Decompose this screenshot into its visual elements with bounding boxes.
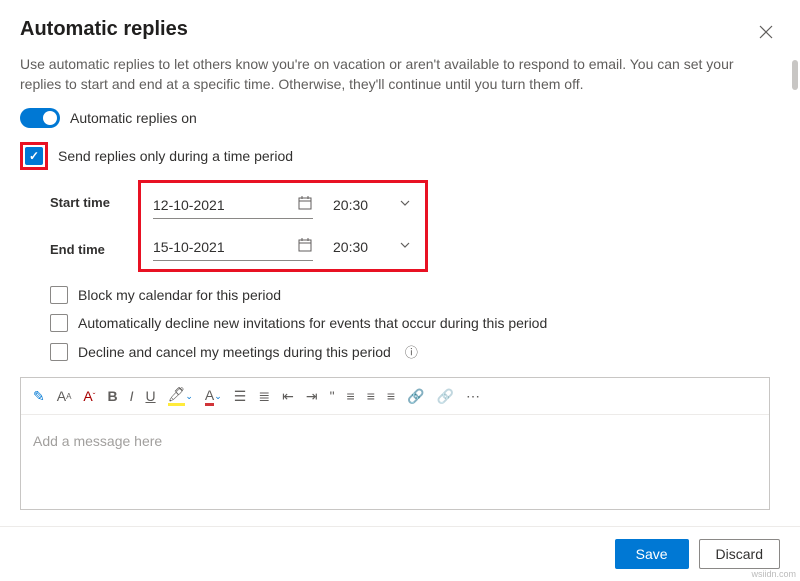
panel-footer: Save Discard — [0, 526, 800, 581]
highlight-checkbox — [20, 142, 48, 170]
end-date-input[interactable]: 15-10-2021 — [153, 233, 313, 261]
scrollbar[interactable] — [792, 60, 798, 90]
more-icon[interactable]: ⋯ — [466, 388, 480, 405]
start-date-value: 12-10-2021 — [153, 197, 225, 213]
calendar-icon — [297, 237, 313, 256]
auto-replies-toggle[interactable] — [20, 108, 60, 128]
panel-body: Use automatic replies to let others know… — [0, 55, 790, 523]
block-calendar-row: Block my calendar for this period — [50, 286, 770, 304]
bullet-list-icon[interactable]: ☰ — [234, 388, 247, 405]
bold-button[interactable]: B — [107, 388, 117, 404]
decline-cancel-checkbox[interactable] — [50, 343, 68, 361]
time-period-checkbox-label: Send replies only during a time period — [58, 148, 293, 164]
start-time-label: Start time — [50, 195, 138, 210]
chevron-down-icon — [397, 237, 413, 256]
auto-replies-toggle-row: Automatic replies on — [20, 108, 770, 128]
end-time-label: End time — [50, 242, 138, 257]
block-calendar-label: Block my calendar for this period — [78, 287, 281, 303]
chevron-down-icon — [397, 195, 413, 214]
highlight-time-block: 12-10-2021 20:30 — [138, 180, 428, 272]
align-left-icon[interactable]: ≡ — [347, 388, 355, 404]
font-color-button[interactable]: A⌄ — [205, 387, 222, 406]
save-button[interactable]: Save — [615, 539, 689, 569]
auto-decline-label: Automatically decline new invitations fo… — [78, 315, 547, 331]
end-time-value: 20:30 — [333, 239, 368, 255]
decline-cancel-label: Decline and cancel my meetings during th… — [78, 344, 391, 360]
panel-title: Automatic replies — [20, 18, 188, 41]
close-icon[interactable] — [752, 18, 780, 51]
auto-decline-checkbox[interactable] — [50, 314, 68, 332]
auto-replies-toggle-label: Automatic replies on — [70, 110, 197, 126]
indent-icon[interactable]: ⇥ — [306, 388, 318, 405]
format-painter-icon[interactable]: ✎ — [33, 388, 45, 405]
start-time-value: 20:30 — [333, 197, 368, 213]
decline-cancel-row: Decline and cancel my meetings during th… — [50, 342, 770, 361]
auto-decline-row: Automatically decline new invitations fo… — [50, 314, 770, 332]
highlight-button[interactable]: 🖊⌄ — [168, 386, 193, 406]
discard-button[interactable]: Discard — [699, 539, 780, 569]
end-time-input[interactable]: 20:30 — [333, 233, 413, 261]
panel-header: Automatic replies — [0, 0, 800, 63]
calendar-icon — [297, 195, 313, 214]
message-editor: ✎ AA Aˇ B I U 🖊⌄ A⌄ ☰ ≣ ⇤ ⇥ " ≡ ≡ ≡ 🔗 🔗 … — [20, 377, 770, 510]
message-textarea[interactable]: Add a message here — [21, 415, 769, 509]
font-size-increase-icon[interactable]: AA — [57, 388, 72, 404]
end-date-value: 15-10-2021 — [153, 239, 225, 255]
italic-button[interactable]: I — [130, 388, 134, 404]
automatic-replies-panel: Automatic replies Use automatic replies … — [0, 0, 800, 581]
number-list-icon[interactable]: ≣ — [258, 388, 270, 405]
align-right-icon[interactable]: ≡ — [387, 388, 395, 404]
align-center-icon[interactable]: ≡ — [367, 388, 375, 404]
link-icon[interactable]: 🔗 — [407, 388, 424, 405]
info-icon[interactable]: ⓘ — [405, 342, 418, 361]
unlink-icon[interactable]: 🔗 — [437, 388, 454, 405]
start-date-input[interactable]: 12-10-2021 — [153, 191, 313, 219]
watermark: wsiidn.com — [751, 569, 796, 579]
chevron-down-icon: ⌄ — [214, 391, 222, 402]
block-calendar-checkbox[interactable] — [50, 286, 68, 304]
time-period-checkbox[interactable] — [25, 147, 43, 165]
chevron-down-icon: ⌄ — [185, 391, 193, 402]
start-time-input[interactable]: 20:30 — [333, 191, 413, 219]
font-size-decrease-icon[interactable]: Aˇ — [83, 388, 95, 404]
time-period-checkbox-row: Send replies only during a time period — [20, 142, 770, 170]
description-text: Use automatic replies to let others know… — [20, 55, 770, 94]
underline-button[interactable]: U — [145, 388, 155, 404]
quote-icon[interactable]: " — [330, 388, 335, 404]
editor-toolbar: ✎ AA Aˇ B I U 🖊⌄ A⌄ ☰ ≣ ⇤ ⇥ " ≡ ≡ ≡ 🔗 🔗 … — [21, 378, 769, 415]
outdent-icon[interactable]: ⇤ — [282, 388, 294, 405]
